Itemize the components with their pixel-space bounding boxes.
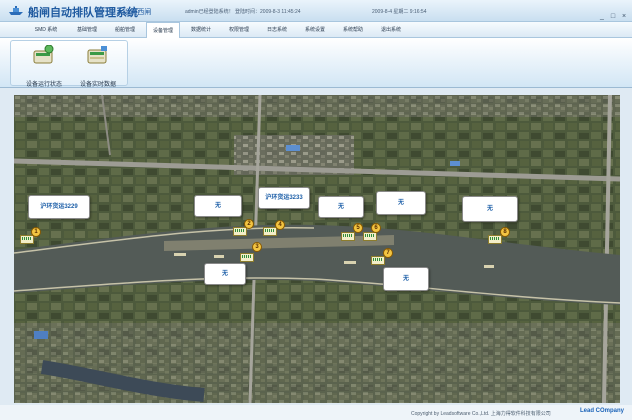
marker-8[interactable]: 8: [500, 227, 510, 237]
footer: Copyright by Leadsoftware Co.,Ltd. 上海力得软…: [0, 405, 632, 420]
menu-bar: SMD 系统 基础管理 船舶管理 设备管理 数据统计 权限管理 日志系统 系统设…: [0, 22, 632, 39]
ship-label-7[interactable]: 无: [383, 267, 429, 291]
lock-gate-1[interactable]: [20, 235, 34, 244]
ship-label-4-text: 沪环货运3233: [265, 195, 303, 201]
device-data-label: 设备实时数据: [79, 82, 116, 88]
current-date: 2009-8-4 星期二 9:16:54: [372, 9, 427, 15]
login-info: admin已经登陆系统！ 登陆时间：2009-8-3 11:45:24: [185, 9, 301, 15]
marker-3[interactable]: 3: [252, 242, 262, 252]
device-status-icon: [33, 45, 54, 64]
marker-1[interactable]: 1: [31, 227, 41, 237]
ship-label-5-text: 无: [337, 204, 344, 210]
menu-device-management[interactable]: 设备管理: [146, 22, 180, 39]
lock-gate-8[interactable]: [488, 235, 502, 244]
menu-help[interactable]: 系统帮助: [338, 22, 368, 38]
ship-label-4[interactable]: 沪环货运3233: [258, 187, 310, 209]
marker-5[interactable]: 5: [353, 223, 363, 233]
device-data-icon: [87, 46, 107, 64]
menu-base-management[interactable]: 基础管理: [72, 22, 102, 38]
menu-smd[interactable]: SMD 系统: [30, 22, 62, 38]
ship-label-6-text: 无: [397, 200, 404, 206]
marker-2[interactable]: 2: [244, 219, 254, 229]
marker-7[interactable]: 7: [383, 248, 393, 258]
device-data-button[interactable]: 设备实时数据: [73, 45, 123, 88]
device-status-button[interactable]: 设备运行状态: [19, 45, 69, 88]
ship-label-2[interactable]: 无: [194, 195, 242, 217]
ship-label-7-text: 无: [402, 276, 409, 282]
menu-settings[interactable]: 系统设置: [300, 22, 330, 38]
map-background: [14, 95, 620, 403]
marker-6[interactable]: 6: [371, 223, 381, 233]
copyright-text: Copyright by Leadsoftware Co.,Ltd. 上海力得软…: [411, 411, 551, 417]
company-logo: Lead COmpany: [580, 408, 625, 414]
lock-gate-2[interactable]: [233, 227, 247, 236]
ship-label-1[interactable]: 沪环货运3229: [28, 195, 90, 219]
marker-4[interactable]: 4: [275, 220, 285, 230]
ribbon-device-group: 设备运行状态 设备实时数据: [10, 40, 128, 88]
ship-label-3[interactable]: 无: [204, 263, 246, 285]
lock-gate-3[interactable]: [240, 253, 254, 262]
lock-gate-6[interactable]: [363, 232, 377, 241]
close-button[interactable]: ×: [620, 13, 628, 21]
ribbon: 设备运行状态 设备实时数据: [0, 38, 632, 88]
ship-label-3-text: 无: [221, 271, 228, 277]
menu-permissions[interactable]: 权限管理: [224, 22, 254, 38]
satellite-map[interactable]: 1 2 3 4 5 6 7 8 沪环货运3229 无 无 沪环货运3233 无 …: [14, 95, 620, 403]
ship-label-1-text: 沪环货运3229: [40, 204, 78, 210]
lock-gate-7[interactable]: [371, 256, 385, 265]
menu-statistics[interactable]: 数据统计: [186, 22, 216, 38]
menu-ship-management[interactable]: 船舶管理: [110, 22, 140, 38]
lock-gate-5[interactable]: [341, 232, 355, 241]
ship-label-5[interactable]: 无: [318, 196, 364, 218]
title-bar: 船闸自动排队管理系统 - 大治河西闸 admin已经登陆系统！ 登陆时间：200…: [0, 0, 632, 22]
lock-gate-4[interactable]: [263, 227, 277, 236]
ship-label-6[interactable]: 无: [376, 191, 426, 215]
menu-exit[interactable]: 退出系统: [376, 22, 406, 38]
maximize-button[interactable]: □: [609, 13, 617, 21]
app-subtitle: - 大治河西闸: [112, 9, 152, 16]
ship-label-8[interactable]: 无: [462, 196, 518, 222]
minimize-button[interactable]: _: [598, 13, 606, 21]
menu-logs[interactable]: 日志系统: [262, 22, 292, 38]
device-status-label: 设备运行状态: [25, 82, 62, 88]
ship-label-8-text: 无: [486, 206, 493, 212]
ship-logo-icon: [9, 6, 23, 15]
ship-label-2-text: 无: [214, 203, 221, 209]
